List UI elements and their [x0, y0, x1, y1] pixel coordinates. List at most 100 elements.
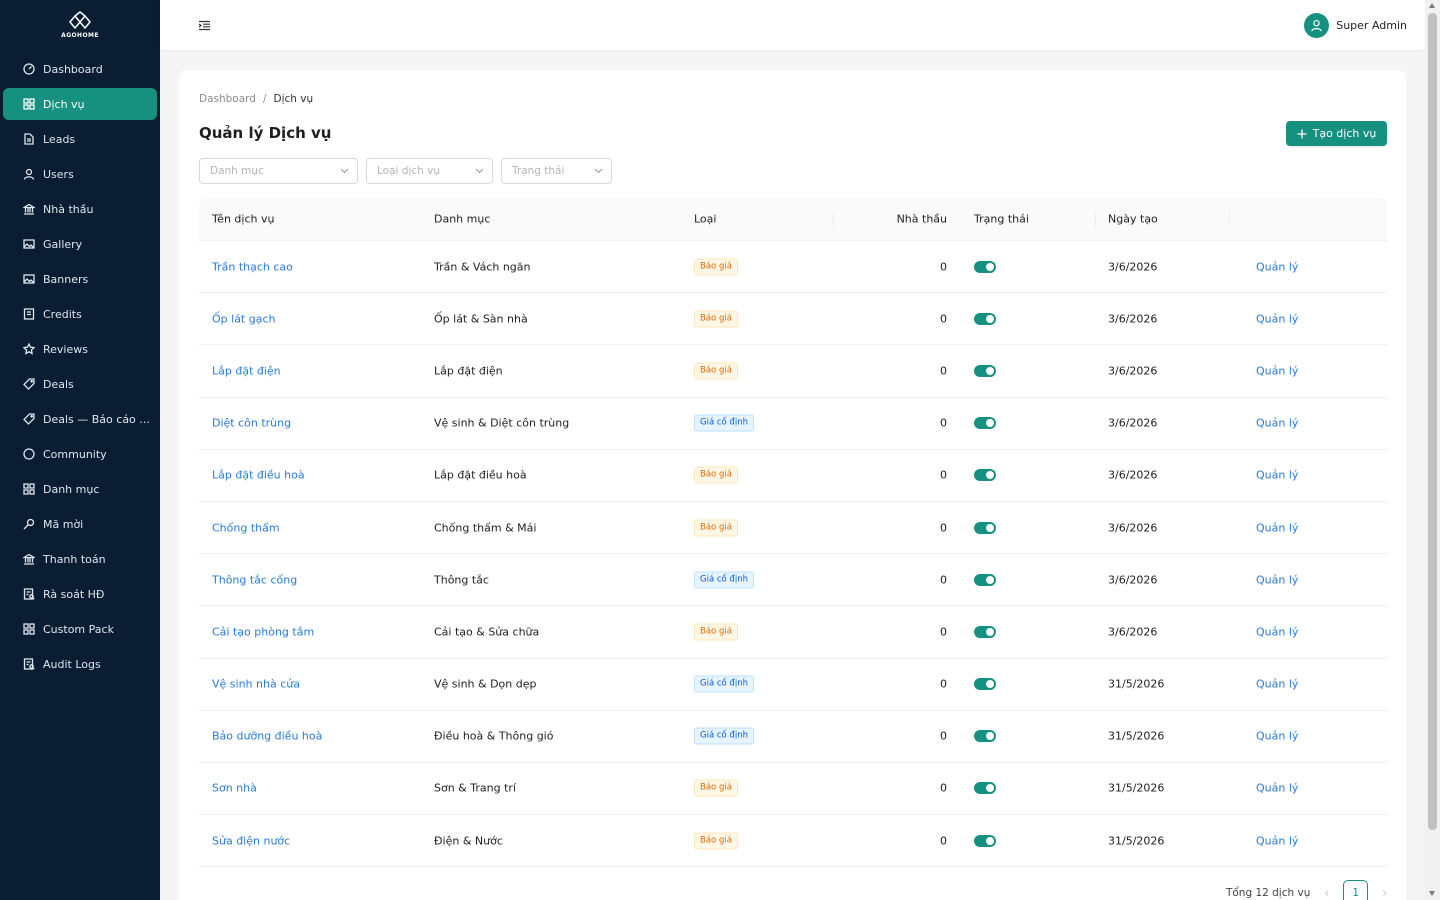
service-type: Báo giá: [694, 623, 738, 641]
sidebar-item-5[interactable]: Gallery: [3, 228, 157, 260]
filters-bar: Danh mục Loại dịch vụ Trạng thái: [199, 158, 612, 184]
pagination-total: Tổng 12 dịch vụ: [1225, 886, 1311, 899]
scroll-up-icon[interactable]: [1429, 3, 1435, 8]
scroll-down-icon[interactable]: [1429, 891, 1435, 896]
service-name-link[interactable]: Lắp đặt điều hoà: [212, 469, 305, 482]
status-toggle[interactable]: [974, 573, 996, 586]
sidebar-item-8[interactable]: Reviews: [3, 333, 157, 365]
created-date: 3/6/2026: [1108, 521, 1158, 535]
status-toggle-cell: [974, 469, 996, 482]
table-row: Bảo dưỡng điều hoà Điều hoà & Thông gió Gi…: [199, 711, 1387, 763]
page-number[interactable]: 1: [1343, 880, 1369, 900]
sidebar-menu: Dashboard Dịch vụ Leads Users Nhà thầu Galler…: [0, 53, 160, 680]
sidebar-item-4[interactable]: Nhà thầu: [3, 193, 157, 225]
sidebar-item-14[interactable]: Thanh toán: [3, 543, 157, 575]
service-name-link[interactable]: Bảo dưỡng điều hoà: [212, 730, 322, 743]
sidebar-item-9[interactable]: Deals: [3, 368, 157, 400]
sidebar-item-17[interactable]: Audit Logs: [3, 648, 157, 680]
tag-icon: [23, 378, 35, 390]
scroll-thumb[interactable]: [1428, 13, 1437, 830]
manage-link[interactable]: Quản lý: [1256, 625, 1298, 638]
category-filter-placeholder: Danh mục: [210, 165, 264, 177]
status-toggle[interactable]: [974, 521, 996, 534]
service-type: Báo giá: [694, 362, 738, 380]
prev-page-icon[interactable]: ‹: [1324, 886, 1329, 900]
service-name-link[interactable]: Cải tạo phòng tắm: [212, 625, 314, 638]
create-service-button[interactable]: Tạo dịch vụ: [1286, 121, 1387, 146]
service-name-link[interactable]: Trần thạch cao: [212, 260, 293, 273]
manage-link[interactable]: Quản lý: [1256, 678, 1298, 691]
sidebar-item-11[interactable]: Community: [3, 438, 157, 470]
sidebar-item-15[interactable]: Rà soát HĐ: [3, 578, 157, 610]
col-created: Ngày tạo: [1108, 212, 1158, 226]
sidebar-item-1[interactable]: Dịch vụ: [3, 88, 157, 120]
service-name-link[interactable]: Sơn nhà: [212, 782, 257, 795]
table-header: Tên dịch vụ Danh mục Loại Nhà thầu Trạng…: [199, 198, 1387, 241]
manage-link[interactable]: Quản lý: [1256, 521, 1298, 534]
status-toggle[interactable]: [974, 312, 996, 325]
service-name-link[interactable]: Vệ sinh nhà cửa: [212, 678, 300, 691]
service-name-link[interactable]: Diệt côn trùng: [212, 417, 291, 430]
created-date: 31/5/2026: [1108, 834, 1165, 848]
manage-link[interactable]: Quản lý: [1256, 260, 1298, 273]
service-name-link[interactable]: Lắp đặt điện: [212, 364, 281, 377]
logo-text: AGOHOME: [61, 32, 99, 39]
sidebar-item-3[interactable]: Users: [3, 158, 157, 190]
user-menu[interactable]: Super Admin: [1304, 12, 1407, 38]
status-toggle[interactable]: [974, 625, 996, 638]
manage-link[interactable]: Quản lý: [1256, 834, 1298, 847]
service-category: Trần & Vách ngăn: [434, 260, 531, 274]
table-row: Cải tạo phòng tắm Cải tạo & Sửa chữa Báo g…: [199, 606, 1387, 659]
sidebar-item-7[interactable]: Credits: [3, 298, 157, 330]
manage-link[interactable]: Quản lý: [1256, 469, 1298, 482]
picture-icon: [23, 273, 35, 285]
manage-link[interactable]: Quản lý: [1256, 573, 1298, 586]
sidebar-item-12[interactable]: Danh mục: [3, 473, 157, 505]
menu-fold-icon[interactable]: [196, 17, 212, 33]
type-filter[interactable]: Loại dịch vụ: [366, 158, 493, 184]
table-row: Lắp đặt điện Lắp đặt điện Báo giá 0 3/6/2026…: [199, 345, 1387, 398]
service-name-link[interactable]: Chống thấm: [212, 521, 280, 534]
sidebar-item-0[interactable]: Dashboard: [3, 53, 157, 85]
service-name-link[interactable]: Sửa điện nước: [212, 834, 290, 847]
manage-link[interactable]: Quản lý: [1256, 782, 1298, 795]
breadcrumb-current: Dịch vụ: [273, 93, 314, 105]
scrollbar[interactable]: [1425, 0, 1440, 900]
next-page-icon[interactable]: ›: [1382, 886, 1387, 900]
status-toggle[interactable]: [974, 469, 996, 482]
status-toggle[interactable]: [974, 782, 996, 795]
category-filter[interactable]: Danh mục: [199, 158, 358, 184]
status-filter[interactable]: Trạng thái: [501, 158, 612, 184]
sidebar-item-6[interactable]: Banners: [3, 263, 157, 295]
type-badge: Giá cố định: [694, 414, 754, 432]
service-name-link[interactable]: Ốp lát gạch: [212, 312, 276, 325]
status-toggle-cell: [974, 521, 996, 534]
status-toggle[interactable]: [974, 364, 996, 377]
created-date: 3/6/2026: [1108, 312, 1158, 326]
sidebar-item-label: Thanh toán: [43, 552, 106, 566]
status-toggle[interactable]: [974, 678, 996, 691]
sidebar-item-13[interactable]: Mã mời: [3, 508, 157, 540]
service-name-link[interactable]: Thông tắc cống: [212, 573, 297, 586]
create-service-label: Tạo dịch vụ: [1312, 127, 1377, 140]
manage-link[interactable]: Quản lý: [1256, 364, 1298, 377]
status-toggle[interactable]: [974, 834, 996, 847]
logo[interactable]: AGOHOME: [0, 0, 160, 50]
breadcrumb-root[interactable]: Dashboard: [199, 93, 256, 105]
status-toggle-cell: [974, 834, 996, 847]
sidebar-item-label: Dashboard: [43, 62, 103, 76]
sidebar-item-2[interactable]: Leads: [3, 123, 157, 155]
status-toggle[interactable]: [974, 260, 996, 273]
grid-icon: [23, 98, 35, 110]
type-badge: Báo giá: [694, 779, 738, 797]
manage-link[interactable]: Quản lý: [1256, 312, 1298, 325]
status-toggle[interactable]: [974, 417, 996, 430]
status-toggle[interactable]: [974, 730, 996, 743]
contractor-count: 0: [940, 468, 947, 482]
file-icon: [23, 133, 35, 145]
table-row: Thông tắc cống Thông tắc Giá cố định 0 3/6/2…: [199, 554, 1387, 607]
manage-link[interactable]: Quản lý: [1256, 730, 1298, 743]
manage-link[interactable]: Quản lý: [1256, 417, 1298, 430]
sidebar-item-10[interactable]: Deals — Báo cáo ...: [3, 403, 157, 435]
sidebar-item-16[interactable]: Custom Pack: [3, 613, 157, 645]
